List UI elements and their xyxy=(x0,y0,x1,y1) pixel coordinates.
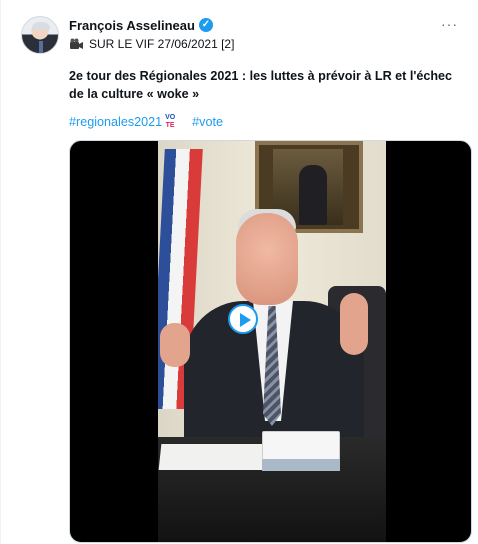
hashtag-vote[interactable]: #vote xyxy=(192,115,223,129)
hashtag-regionales2021[interactable]: #regionales2021 xyxy=(69,115,162,129)
tweet: François Asselineau ✓ SUR LE VIF 27/06/2… xyxy=(0,0,478,544)
name-row: François Asselineau ✓ xyxy=(69,16,458,34)
hashtag-row: #regionales2021 VO TE #vote xyxy=(69,114,223,130)
movie-camera-icon xyxy=(70,38,83,49)
verified-badge-icon: ✓ xyxy=(198,18,213,32)
video-frame[interactable] xyxy=(158,141,386,542)
author-name[interactable]: François Asselineau xyxy=(69,18,195,33)
avatar[interactable] xyxy=(21,16,59,54)
vote-emoji-line1: VO xyxy=(165,114,176,121)
play-icon[interactable] xyxy=(228,304,258,334)
speaker xyxy=(236,213,298,305)
vote-emoji-line2: TE xyxy=(165,122,175,129)
subline-text: SUR LE VIF 27/06/2021 [2] xyxy=(89,37,235,51)
tweet-header: François Asselineau ✓ SUR LE VIF 27/06/2… xyxy=(69,16,458,56)
author-subline: SUR LE VIF 27/06/2021 [2] xyxy=(69,37,458,51)
more-options-icon[interactable]: ··· xyxy=(441,16,458,32)
tweet-text: 2e tour des Régionales 2021 : les luttes… xyxy=(69,69,453,101)
vote-emoji-icon: VO TE xyxy=(163,114,177,130)
video-player[interactable] xyxy=(69,140,472,543)
